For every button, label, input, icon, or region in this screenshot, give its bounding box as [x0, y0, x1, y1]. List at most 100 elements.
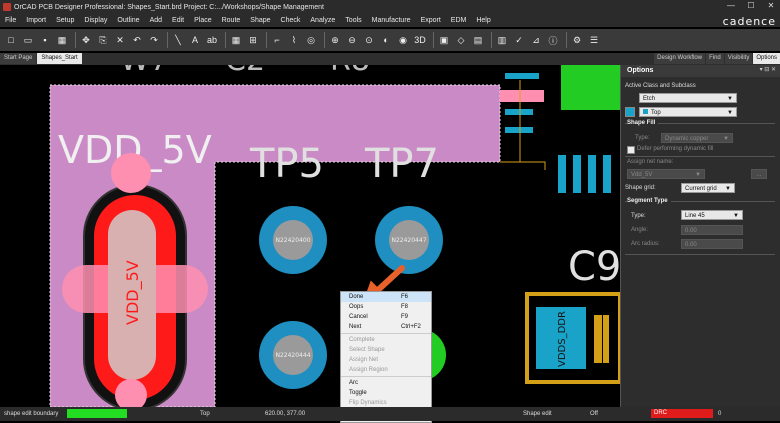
context-item-label: Done — [349, 294, 364, 300]
zoom-in-icon[interactable]: ⊕ — [328, 33, 342, 47]
options-title: Options — [621, 65, 780, 77]
net-name-value: Vdd_5V — [631, 172, 653, 178]
assign-net-label: Assign net name: — [627, 159, 674, 165]
menu-manufacture[interactable]: Manufacture — [367, 17, 416, 24]
info-icon[interactable]: ⓘ — [546, 33, 560, 47]
context-item-arc[interactable]: Arc — [341, 378, 431, 388]
arc-radius-input[interactable]: 0.00 — [681, 239, 743, 249]
menu-place[interactable]: Place — [189, 17, 217, 24]
zoom-fit-icon[interactable]: ⊙ — [362, 33, 376, 47]
net-name-input[interactable]: Vdd_5V ▼ — [627, 169, 705, 179]
grid-icon[interactable]: ▦ — [229, 33, 243, 47]
context-item-cancel[interactable]: Cancel F9 — [341, 312, 431, 322]
print-icon[interactable]: ▦ — [55, 33, 69, 47]
3d-view-icon[interactable]: 3D — [413, 33, 427, 47]
setting-icon[interactable]: ⚙ — [570, 33, 584, 47]
move-icon[interactable]: ✥ — [79, 33, 93, 47]
menu-display[interactable]: Display — [79, 17, 112, 24]
top-label: R8 — [330, 65, 370, 78]
panel-tab-find[interactable]: Find — [706, 53, 724, 64]
zoom-out-icon[interactable]: ⊖ — [345, 33, 359, 47]
context-item-toggle[interactable]: Toggle — [341, 388, 431, 398]
fill-icon[interactable]: ▤ — [471, 33, 485, 47]
menu-shape[interactable]: Shape — [245, 17, 275, 24]
shape-icon[interactable]: ◇ — [454, 33, 468, 47]
browse-net-button[interactable]: ... — [751, 169, 767, 179]
panel-tab-visibility[interactable]: Visibility — [724, 53, 753, 64]
tab-start-page[interactable]: Start Page — [0, 53, 37, 64]
panel-tab-design-workflow[interactable]: Design Workflow — [654, 53, 706, 64]
menu-help[interactable]: Help — [471, 17, 495, 24]
subclass-dropdown[interactable]: Top ▼ — [639, 107, 737, 117]
route-icon[interactable]: ⌐ — [270, 33, 284, 47]
menu-file[interactable]: File — [0, 17, 21, 24]
context-item-assign-net[interactable]: Assign Net — [341, 355, 431, 365]
open-icon[interactable]: ▭ — [21, 33, 35, 47]
close-icon[interactable]: ✕ — [764, 1, 778, 10]
title-bar: OrCAD PCB Designer Professional: Shapes_… — [0, 0, 780, 14]
display-icon[interactable]: ▣ — [437, 33, 451, 47]
maximize-icon[interactable]: ☐ — [744, 1, 758, 10]
status-coords: 620.00, 377.00 — [265, 411, 306, 417]
undo-icon[interactable]: ↶ — [130, 33, 144, 47]
context-item-done[interactable]: Done F6 — [341, 292, 431, 302]
drc-icon[interactable]: ✓ — [512, 33, 526, 47]
options-panel: Options ▾ ⊟ ✕ Active Class and Subclass … — [620, 65, 780, 407]
context-item-select-shape[interactable]: Select Shape — [341, 345, 431, 355]
redo-icon[interactable]: ↷ — [147, 33, 161, 47]
menu-tools[interactable]: Tools — [340, 17, 366, 24]
tab-shapes-start[interactable]: Shapes_Start — [37, 53, 82, 64]
panel-controls[interactable]: ▾ ⊟ ✕ — [760, 66, 776, 73]
copy-icon[interactable]: ⎘ — [96, 33, 110, 47]
menu-check[interactable]: Check — [276, 17, 306, 24]
menu-import[interactable]: Import — [21, 17, 51, 24]
class-dropdown[interactable]: Etch ▼ — [639, 93, 737, 103]
text-icon[interactable]: A — [188, 33, 202, 47]
defer-fill-checkbox[interactable] — [627, 146, 635, 154]
zoom-world-icon[interactable]: ◉ — [396, 33, 410, 47]
test-pad: N22420447 — [375, 206, 443, 274]
layer-icon[interactable]: ☰ — [587, 33, 601, 47]
save-icon[interactable]: ▪ — [38, 33, 52, 47]
via-icon[interactable]: ◎ — [304, 33, 318, 47]
zoom-prev-icon[interactable]: ◐ — [379, 33, 393, 47]
angle-input[interactable]: 0.00 — [681, 225, 743, 235]
menu-edm[interactable]: EDM — [446, 17, 472, 24]
class-value: Etch — [643, 96, 656, 102]
line-icon[interactable]: ╲ — [171, 33, 185, 47]
measure-icon[interactable]: ⊿ — [529, 33, 543, 47]
context-item-oops[interactable]: Oops F8 — [341, 302, 431, 312]
panel-tab-options[interactable]: Options — [753, 53, 780, 64]
context-item-label: Complete — [349, 337, 375, 343]
menu-add[interactable]: Add — [145, 17, 167, 24]
subclass-color-swatch[interactable] — [625, 107, 635, 117]
menu-edit[interactable]: Edit — [167, 17, 189, 24]
menu-analyze[interactable]: Analyze — [305, 17, 340, 24]
segment-type-dropdown[interactable]: Line 45 ▼ — [681, 210, 743, 220]
menu-setup[interactable]: Setup — [51, 17, 79, 24]
shape-grid-dropdown[interactable]: Current grid ▼ — [681, 183, 735, 193]
context-item-assign-region[interactable]: Assign Region — [341, 365, 431, 375]
fill-type-dropdown[interactable]: Dynamic copper ▼ — [661, 133, 733, 143]
top-label: W7 — [120, 65, 169, 78]
text-edit-icon[interactable]: ab — [205, 33, 219, 47]
delete-icon[interactable]: ✕ — [113, 33, 127, 47]
pcb-canvas[interactable]: W7 C2 R8 VDD_5V TP5 TP7 C9 — [0, 65, 620, 407]
report-icon[interactable]: ▥ — [495, 33, 509, 47]
menu-export[interactable]: Export — [416, 17, 446, 24]
context-item-next[interactable]: Next Ctrl+F2 — [341, 322, 431, 332]
minimize-icon[interactable]: — — [724, 1, 738, 10]
menu-outline[interactable]: Outline — [112, 17, 144, 24]
main-toolbar: □ ▭ ▪ ▦ ✥ ⎘ ✕ ↶ ↷ ╲ Aab ▦ ⊞ ⌐ ⌇ ◎ ⊕ ⊖ ⊙ ◐ ◉ 3D ▣ ◇ ▤ ▥ ✓ ⊿ ⓘ ⚙ ☰ — [0, 29, 780, 51]
shape-grid-value: Current grid — [685, 186, 717, 192]
window-title: OrCAD PCB Designer Professional: Shapes_… — [14, 3, 324, 11]
snap-icon[interactable]: ⊞ — [246, 33, 260, 47]
angle-label: Angle: — [631, 227, 649, 233]
vdd-vertical-label: VDD_5V — [123, 260, 143, 325]
chevron-down-icon: ▼ — [733, 213, 739, 219]
slide-icon[interactable]: ⌇ — [287, 33, 301, 47]
drc-indicator[interactable]: DRC — [651, 409, 713, 418]
menu-route[interactable]: Route — [217, 17, 246, 24]
new-file-icon[interactable]: □ — [4, 33, 18, 47]
context-item-complete[interactable]: Complete — [341, 335, 431, 345]
